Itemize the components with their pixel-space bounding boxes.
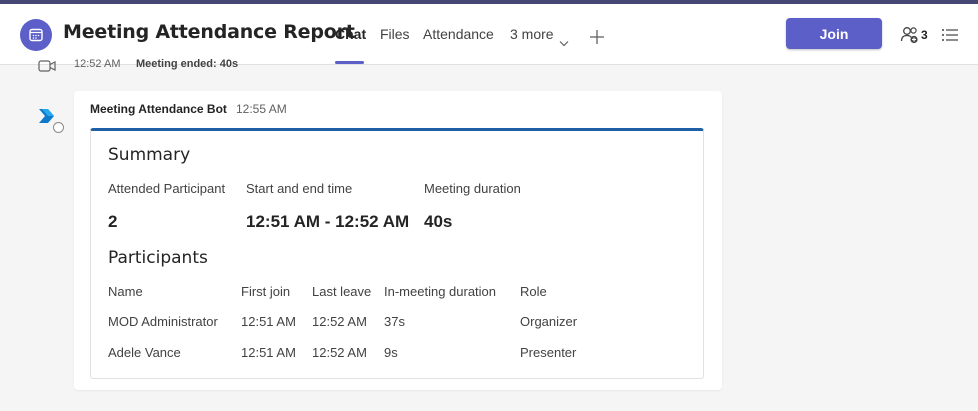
participant-name: Adele Vance bbox=[108, 345, 181, 360]
participant-role: Organizer bbox=[520, 314, 578, 329]
tab-files[interactable]: Files bbox=[380, 26, 410, 42]
participant-last-leave: 12:52 AM bbox=[312, 314, 367, 329]
summary-heading: Summary bbox=[108, 145, 191, 165]
message-time: 12:55 AM bbox=[236, 102, 287, 116]
participants-icon[interactable] bbox=[900, 26, 920, 48]
column-header-first-join: First join bbox=[241, 284, 291, 299]
participant-duration: 37s bbox=[384, 314, 405, 329]
attendance-card: Summary Attended Participant Start and e… bbox=[90, 128, 704, 379]
participant-count[interactable]: 3 bbox=[921, 28, 928, 42]
list-view-icon[interactable] bbox=[941, 27, 959, 46]
video-call-icon bbox=[38, 58, 56, 74]
bot-message: Meeting Attendance Bot 12:55 AM Summary … bbox=[74, 91, 722, 390]
start-end-time-value: 12:51 AM - 12:52 AM bbox=[246, 212, 410, 231]
start-end-time-label: Start and end time bbox=[246, 181, 353, 196]
previous-message-time: 12:52 AM bbox=[74, 58, 121, 70]
message-sender: Meeting Attendance Bot bbox=[90, 102, 227, 116]
participant-first-join: 12:51 AM bbox=[241, 314, 296, 329]
previous-message: 12:52 AM Meeting ended: 40s bbox=[0, 58, 978, 74]
meeting-header: Meeting Attendance Report Chat Files Att… bbox=[0, 4, 978, 65]
column-header-role: Role bbox=[520, 284, 547, 299]
meeting-duration-label: Meeting duration bbox=[424, 181, 521, 196]
participant-role: Presenter bbox=[520, 345, 577, 360]
chevron-down-icon[interactable] bbox=[559, 32, 569, 51]
tab-chat[interactable]: Chat bbox=[335, 26, 366, 42]
column-header-last-leave: Last leave bbox=[312, 284, 372, 299]
tab-more[interactable]: 3 more bbox=[510, 26, 554, 42]
previous-message-text: Meeting ended: 40s bbox=[136, 58, 239, 70]
attended-participant-label: Attended Participant bbox=[108, 181, 226, 196]
meeting-title: Meeting Attendance Report bbox=[63, 21, 355, 43]
attended-participant-value: 2 bbox=[108, 212, 118, 231]
column-header-duration: In-meeting duration bbox=[384, 284, 497, 299]
join-button[interactable]: Join bbox=[786, 18, 882, 49]
participant-name: MOD Administrator bbox=[108, 314, 218, 329]
column-header-name: Name bbox=[108, 284, 143, 299]
participant-last-leave: 12:52 AM bbox=[312, 345, 367, 360]
tab-attendance[interactable]: Attendance bbox=[423, 26, 494, 42]
add-tab-plus-icon[interactable] bbox=[589, 29, 605, 49]
meeting-duration-value: 40s bbox=[424, 212, 453, 231]
presence-status-icon bbox=[53, 122, 64, 133]
participants-heading: Participants bbox=[108, 248, 208, 268]
participant-first-join: 12:51 AM bbox=[241, 345, 296, 360]
calendar-icon[interactable] bbox=[20, 19, 52, 51]
participant-duration: 9s bbox=[384, 345, 398, 360]
